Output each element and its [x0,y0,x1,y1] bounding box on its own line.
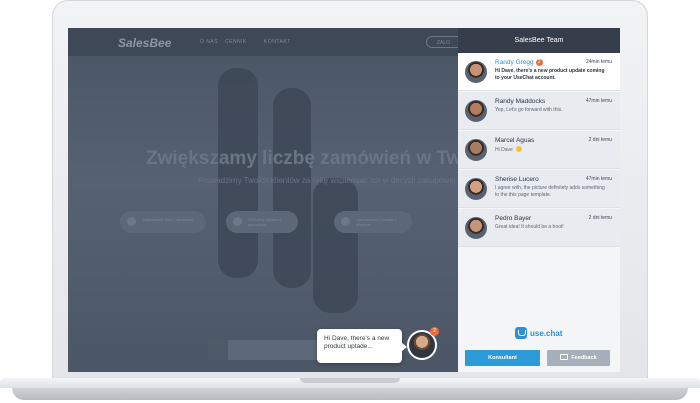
feature-card: Wirtualny asystent sprzedaży [226,211,298,233]
nav-link-contact[interactable]: KONTAKT [264,39,291,45]
chat-unread-badge: 2 [430,327,439,336]
conversation-time: 2 dni temu [588,215,612,221]
laptop-screen: SalesBee O NAS CENNIK KONTAKT ZALO Zwięk… [68,28,620,372]
laptop-base [0,378,700,403]
smile-emoji-icon [515,146,522,152]
conversation-item[interactable]: Randy Maddocks 47min temu Yep, Let's go fo… [458,92,620,130]
conversation-message: I agree with, the picture definitely add… [495,185,607,198]
conversation-message-text: Great idea! It should be a hoot! [495,224,564,230]
conversation-time: 2 dni temu [588,137,612,143]
avatar [465,178,487,200]
website-logo[interactable]: SalesBee [118,36,171,50]
conversation-message: Hi Dave, there's a new product update co… [495,68,607,81]
background-figure [273,88,311,288]
consultant-button[interactable]: Konsultant [465,350,540,366]
conversation-item[interactable]: Pedro Bayer 2 dni temu Great idea! It shou… [458,209,620,247]
website-input-icon [208,340,228,360]
conversation-name: Randy Maddocks [495,98,546,105]
feedback-button[interactable]: Feedback [547,350,610,366]
hero-subtitle: Prowadzimy Twoich klientów za rękę wspie… [198,176,456,185]
nav-link-pricing[interactable]: CENNIK [225,39,247,45]
avatar [465,217,487,239]
conversation-message: Yep, Let's go forward with this. [495,107,607,114]
unread-badge: 2 [535,59,543,66]
chat-preview-bubble[interactable]: Hi Dave, there's a new product uptade... [317,329,407,363]
feature-card: Zwiększenie ilości zamówień [120,211,206,233]
background-figure [313,178,358,313]
message-icon [560,354,569,360]
conversation-message: Hi Dave [495,146,607,154]
feature-card: Uproszczony kontakt z klientem [334,211,412,233]
conversation-message: Great idea! It should be a hoot! [495,224,607,231]
conversation-message-text: Yep, Let's go forward with this. [495,107,563,113]
laptop-base-bottom [12,388,688,400]
website-background: SalesBee O NAS CENNIK KONTAKT ZALO Zwięk… [68,28,522,372]
website-nav: SalesBee O NAS CENNIK KONTAKT ZALO [68,28,466,56]
conversation-item[interactable]: Sherise Lucero 47min temu I agree with, th… [458,170,620,208]
usechat-logo-icon [515,327,527,339]
conversation-item[interactable]: Randy Gregg 2 24min temu Hi Dave, there's a… [458,53,620,91]
conversation-message-text: Hi Dave [495,147,513,153]
chat-panel: SalesBee Team Randy Gregg 2 24min temu Hi D… [458,28,620,372]
laptop-notch [300,378,400,383]
usechat-logo-text: use.chat [530,329,563,338]
conversation-message-text: I agree with, the picture definitely add… [495,185,605,198]
conversation-name: Sherise Lucero [495,176,539,183]
background-figure [218,68,258,278]
conversation-message-text: Hi Dave, there's a new product update co… [495,68,605,81]
feedback-label: Feedback [571,355,597,361]
avatar-photo [409,332,435,358]
conversation-name: Marcel Aguas [495,137,535,144]
avatar [465,61,487,83]
conversation-name: Randy Gregg 2 [495,59,543,66]
conversation-time: 24min temu [585,59,612,65]
conversation-item[interactable]: Marcel Aguas 2 dni temu Hi Dave [458,131,620,169]
avatar [465,100,487,122]
hero-title: Zwiększamy liczbę zamówień w Twoim sk [146,148,522,169]
nav-link-about[interactable]: O NAS [200,39,218,45]
chat-panel-title: SalesBee Team [458,28,620,53]
usechat-brand: use.chat [515,327,565,341]
chat-preview-text: Hi Dave, there's a new product uptade... [324,335,390,350]
avatar [465,139,487,161]
conversation-time: 47min temu [585,176,612,182]
conversation-time: 47min temu [585,98,612,104]
conversation-name: Pedro Bayer [495,215,532,222]
